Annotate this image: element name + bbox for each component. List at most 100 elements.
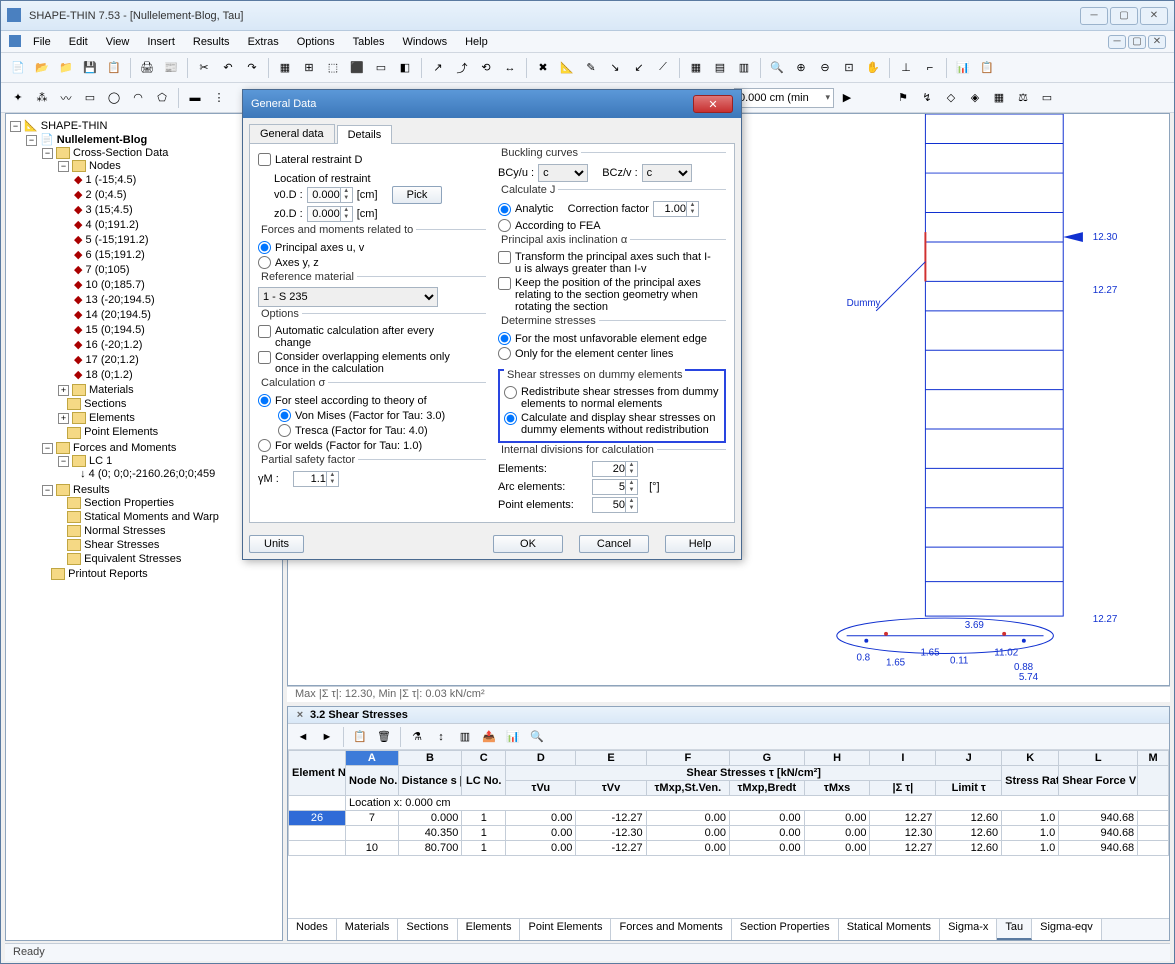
col-J[interactable]: J <box>936 751 1002 766</box>
col-H[interactable]: H <box>804 751 870 766</box>
filter5-icon[interactable]: ▦ <box>988 87 1010 109</box>
x-position-combo[interactable]: 0.000 cm (min <box>734 88 834 108</box>
mdi-minimize-button[interactable]: ─ <box>1108 35 1126 49</box>
tree-toggle[interactable]: − <box>58 456 69 467</box>
menu-file[interactable]: File <box>25 34 59 50</box>
panel-tab-statical-moments[interactable]: Statical Moments <box>839 919 940 940</box>
tool12-icon[interactable]: ↘ <box>604 57 626 79</box>
node-icon[interactable]: ✦ <box>7 87 29 109</box>
tab-general-data[interactable]: General data <box>249 124 335 143</box>
filter2-icon[interactable]: ↯ <box>916 87 938 109</box>
mdi-restore-button[interactable]: ▢ <box>1128 35 1146 49</box>
ok-button[interactable]: OK <box>493 535 563 553</box>
tree-toggle[interactable]: + <box>58 413 69 424</box>
panel-close-icon[interactable]: × <box>294 709 306 721</box>
tree-elements[interactable]: Elements <box>89 412 135 424</box>
table-row[interactable]: 1080.70010.00-12.270.000.000.0012.2712.6… <box>289 841 1169 856</box>
preview-icon[interactable]: 📰 <box>160 57 182 79</box>
panel-tab-sigma-eqv[interactable]: Sigma-eqv <box>1032 919 1102 940</box>
menu-help[interactable]: Help <box>457 34 496 50</box>
filter7-icon[interactable]: ▭ <box>1036 87 1058 109</box>
filter1-icon[interactable]: ⚑ <box>892 87 914 109</box>
menu-windows[interactable]: Windows <box>394 34 455 50</box>
arc-elements-input[interactable] <box>592 479 626 495</box>
analytic-radio[interactable] <box>498 203 511 216</box>
tree-lc-value[interactable]: 4 (0; 0;0;-2160.26;0;0;459 <box>89 468 216 480</box>
cancel-button[interactable]: Cancel <box>579 535 649 553</box>
tool9-icon[interactable]: ✖ <box>532 57 554 79</box>
panel-tab-tau[interactable]: Tau <box>997 919 1032 940</box>
panel-clear-icon[interactable]: 🗑 <box>373 726 395 748</box>
units-button[interactable]: Units <box>249 535 304 553</box>
tool3-icon[interactable]: ▭ <box>370 57 392 79</box>
undo-icon[interactable]: ↶ <box>217 57 239 79</box>
tree-toggle[interactable]: − <box>26 135 37 146</box>
zoom-window-icon[interactable]: 🔍 <box>766 57 788 79</box>
menu-edit[interactable]: Edit <box>61 34 96 50</box>
tool14-icon[interactable]: ⟋ <box>652 57 674 79</box>
menu-extras[interactable]: Extras <box>240 34 287 50</box>
lateral-restraint-checkbox[interactable] <box>258 153 271 166</box>
open-icon[interactable]: 📂 <box>31 57 53 79</box>
rect-icon[interactable]: ▭ <box>79 87 101 109</box>
tree-toggle[interactable]: − <box>42 443 53 454</box>
tool5-icon[interactable]: ↗ <box>427 57 449 79</box>
arc-icon[interactable]: ◠ <box>127 87 149 109</box>
tool13-icon[interactable]: ↙ <box>628 57 650 79</box>
col-F[interactable]: F <box>646 751 729 766</box>
menu-options[interactable]: Options <box>289 34 343 50</box>
gamma-input[interactable] <box>293 471 327 487</box>
panel-tab-materials[interactable]: Materials <box>337 919 399 940</box>
col-E[interactable]: E <box>576 751 646 766</box>
vonmises-radio[interactable] <box>278 409 291 422</box>
dialog-close-button[interactable]: ✕ <box>693 95 733 113</box>
table2-icon[interactable]: ▥ <box>733 57 755 79</box>
report-icon[interactable]: 📊 <box>952 57 974 79</box>
close-button[interactable]: ✕ <box>1140 7 1168 25</box>
section-icon[interactable]: ⌐ <box>919 57 941 79</box>
help-button[interactable]: Help <box>665 535 735 553</box>
panel-tab-elements[interactable]: Elements <box>458 919 521 940</box>
steel-radio[interactable] <box>258 394 271 407</box>
fea-radio[interactable] <box>498 219 511 232</box>
col-K[interactable]: K <box>1002 751 1059 766</box>
v0d-input[interactable] <box>307 187 341 203</box>
zoom-fit-icon[interactable]: ⊡ <box>838 57 860 79</box>
panel-tab-nodes[interactable]: Nodes <box>288 919 337 940</box>
pan-icon[interactable]: ✋ <box>862 57 884 79</box>
col-M[interactable]: M <box>1138 751 1169 766</box>
col-C[interactable]: C <box>462 751 506 766</box>
tool6-icon[interactable]: ⤴ <box>451 57 473 79</box>
open2-icon[interactable]: 📁 <box>55 57 77 79</box>
panel-next-icon[interactable]: ► <box>316 726 338 748</box>
tree-pointel[interactable]: Point Elements <box>84 426 158 438</box>
panel-cols-icon[interactable]: ▥ <box>454 726 476 748</box>
panel-find-icon[interactable]: 🔍 <box>526 726 548 748</box>
tool10-icon[interactable]: 📐 <box>556 57 578 79</box>
grid-icon[interactable]: ▦ <box>274 57 296 79</box>
panel-tab-point-elements[interactable]: Point Elements <box>520 919 611 940</box>
tree-results[interactable]: Results <box>73 484 110 496</box>
tresca-radio[interactable] <box>278 424 291 437</box>
print-icon[interactable]: 🖨 <box>136 57 158 79</box>
panel-tab-forces-and-moments[interactable]: Forces and Moments <box>611 919 731 940</box>
auto-calc-checkbox[interactable] <box>258 325 271 338</box>
fill-icon[interactable]: ▬ <box>184 87 206 109</box>
tool4-icon[interactable]: ◧ <box>394 57 416 79</box>
tree-printout[interactable]: Printout Reports <box>68 568 147 580</box>
pick-button[interactable]: Pick <box>392 186 443 204</box>
panel-tab-sections[interactable]: Sections <box>398 919 457 940</box>
redo-icon[interactable]: ↷ <box>241 57 263 79</box>
col-D[interactable]: D <box>506 751 576 766</box>
col-B[interactable]: B <box>398 751 462 766</box>
tool1-icon[interactable]: ⬚ <box>322 57 344 79</box>
table-row[interactable]: 2670.00010.00-12.270.000.000.0012.2712.6… <box>289 811 1169 826</box>
zoom-out-icon[interactable]: ⊖ <box>814 57 836 79</box>
mdi-close-button[interactable]: ✕ <box>1148 35 1166 49</box>
filter4-icon[interactable]: ◈ <box>964 87 986 109</box>
col-G[interactable]: G <box>730 751 805 766</box>
circle-icon[interactable]: ◯ <box>103 87 125 109</box>
panel-tab-sigma-x[interactable]: Sigma-x <box>940 919 997 940</box>
filter3-icon[interactable]: ◇ <box>940 87 962 109</box>
tool7-icon[interactable]: ⟲ <box>475 57 497 79</box>
